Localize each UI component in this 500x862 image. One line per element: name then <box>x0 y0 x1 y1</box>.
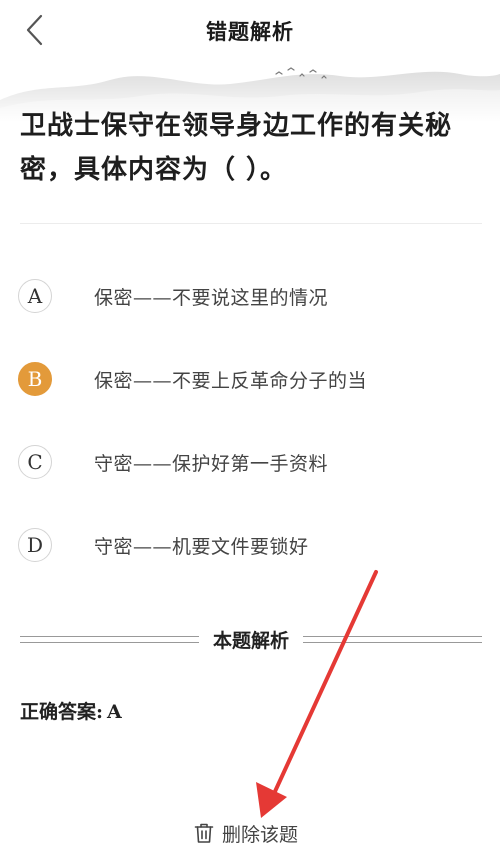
correct-answer: 正确答案: A <box>20 697 122 724</box>
analysis-heading: 本题解析 <box>20 624 483 654</box>
analysis-title: 本题解析 <box>213 629 290 652</box>
option-b-text: 保密——不要上反革命分子的当 <box>94 369 368 392</box>
chevron-left-icon <box>26 14 43 46</box>
option-d-letter: D <box>18 528 52 562</box>
trash-icon <box>194 823 214 843</box>
divider <box>20 223 482 224</box>
option-d-text: 守密——机要文件要锁好 <box>94 535 309 558</box>
option-d[interactable]: D 守密——机要文件要锁好 <box>18 521 478 569</box>
correct-answer-label: 正确答案: <box>20 701 104 723</box>
option-c[interactable]: C 守密——保护好第一手资料 <box>18 438 478 486</box>
back-button[interactable] <box>14 12 54 48</box>
divider <box>303 635 483 643</box>
question-text: 卫战士保守在领导身边工作的有关秘密，具体内容为（ ）。 <box>20 111 453 185</box>
top-bar: 错题解析 <box>0 0 500 62</box>
correct-answer-value: A <box>107 701 122 723</box>
option-a[interactable]: A 保密——不要说这里的情况 <box>18 272 478 320</box>
option-b-letter: B <box>18 362 52 396</box>
page-title: 错题解析 <box>206 19 294 44</box>
option-b[interactable]: B 保密——不要上反革命分子的当 <box>18 355 478 403</box>
delete-question-label: 删除该题 <box>222 823 299 846</box>
option-c-letter: C <box>18 445 52 479</box>
option-c-text: 守密——保护好第一手资料 <box>94 452 329 475</box>
delete-question-button[interactable]: 删除该题 <box>194 816 298 850</box>
option-a-letter: A <box>18 279 52 313</box>
option-a-text: 保密——不要说这里的情况 <box>94 286 329 309</box>
divider <box>20 635 199 643</box>
